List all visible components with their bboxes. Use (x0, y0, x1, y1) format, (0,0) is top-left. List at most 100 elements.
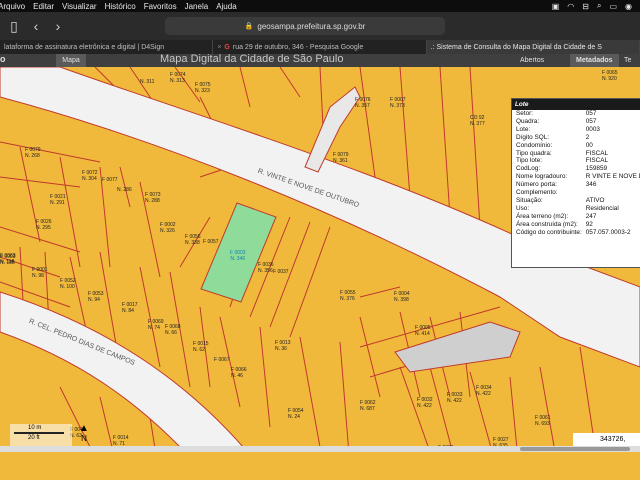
parcel-label: F 0032 N. 422 (417, 397, 433, 409)
scale-bar: 10 m 20 ft (10, 424, 72, 446)
menu-ajuda[interactable]: Ajuda (216, 2, 236, 11)
lot-info-row: CodLog: 159859 (514, 165, 640, 173)
control-center-icon[interactable]: ⊟ (582, 2, 589, 11)
lot-info-row: Tipo lote: FISCAL (514, 157, 640, 165)
lot-info-panel: Lote Setor: 057 Quadra: 057 Lote: 0003 Dígito … (511, 98, 640, 268)
tab-metadados[interactable]: Metadados (570, 54, 619, 67)
parcel-label: F 0036 N. 356 (258, 262, 274, 274)
tab-google-search[interactable]: × Grua 29 de outubro, 346 - Pesquisa Goog… (213, 40, 427, 54)
lot-info-row: Nome logradouro: R VINTE E NOVE DE O (514, 173, 640, 181)
display-icon[interactable]: ▭ (609, 2, 617, 11)
lot-info-row: Quadra: 057 (514, 118, 640, 126)
parcel-label: F 0068 N. 66 (165, 324, 181, 336)
tab-label: rua 29 de outubro, 346 - Pesquisa Google (232, 43, 364, 51)
back-button[interactable]: ‹ (28, 18, 44, 34)
lot-info-row: Número porta: 346 (514, 181, 640, 189)
parcel-label: F 0057 (203, 239, 219, 245)
menu-arquivo[interactable]: Arquivo (0, 2, 25, 11)
menu-visualizar[interactable]: Visualizar (62, 2, 97, 11)
tab-bar: lataforma de assinatura eletrônica e dig… (0, 40, 640, 54)
lot-info-value: FISCAL (585, 157, 609, 165)
parcel-label: F 0067 (214, 357, 230, 363)
scale-imperial: 20 ft (28, 435, 40, 441)
lot-info-value: 2 (585, 133, 590, 141)
parcel-label: CO 92 N. 377 (470, 115, 485, 127)
lot-info-row: Condomínio: 00 (514, 142, 640, 150)
search-icon[interactable]: ⌕ (597, 1, 601, 11)
tab-d4sign[interactable]: lataforma de assinatura eletrônica e dig… (0, 40, 214, 54)
parcel-label: F 0002 N. 326 (160, 222, 176, 234)
tab-extra[interactable]: Te (624, 54, 631, 67)
lot-info-row: Código do contribuinte: 057.057.0003-2 (514, 229, 640, 237)
lot-info-key: Nome logradouro: (516, 173, 568, 181)
parcel-label: F 0063 N. 118 (0, 253, 16, 265)
lot-info-value: FISCAL (585, 149, 609, 157)
parcel-label: F 0052 N. 100 (60, 278, 76, 290)
scrollbar-thumb[interactable] (520, 447, 630, 451)
highlighted-parcel-label: F 0003 N. 346 (230, 250, 246, 262)
google-icon: G (224, 43, 230, 51)
parcel-label: F 0007 N. 373 (390, 97, 406, 109)
parcel-label: F 0074 N. 313 (170, 72, 186, 84)
lot-info-value: 247 (585, 212, 597, 220)
parcel-label: F 0026 N. 295 (36, 219, 52, 231)
lot-info-row: Área terreno (m2): 247 (514, 213, 640, 221)
parcel-label: F 0015 N. 62 (193, 341, 209, 353)
close-icon[interactable]: × (217, 44, 221, 51)
parcel-label: F 0034 N. 422 (476, 385, 492, 397)
parcel-label: N. 286 (117, 187, 132, 193)
lot-info-key: Situação: (516, 196, 543, 204)
lot-info-value: 92 (585, 220, 593, 228)
sidebar-icon[interactable]: ▯ (6, 18, 22, 35)
lot-info-value (584, 189, 640, 197)
parcel-label: F 0075 N. 323 (195, 82, 211, 94)
page-title: Mapa Digital da Cidade de São Paulo (160, 53, 344, 65)
status-icons: ▣ ◠ ⊟ ⌕ ▭ ◉ (552, 1, 640, 11)
lot-info-value: 346 (585, 181, 597, 189)
parcel-label: F 0061 N. 693 (535, 415, 551, 427)
wifi-icon[interactable]: ◠ (567, 2, 574, 11)
lot-info-key: Tipo quadra: (516, 149, 552, 157)
lot-info-key: CodLog: (516, 165, 541, 173)
lot-info-value: 057 (585, 110, 597, 117)
parcel-label: F 0066 N. 46 (231, 367, 247, 379)
coordinates-readout: 343726, 7396 (573, 433, 640, 456)
lot-info-table: Setor: 057 Quadra: 057 Lote: 0003 Dígito SQL: 2… (514, 110, 640, 237)
lot-info-row: Dígito SQL: 2 (514, 134, 640, 142)
parcel-label: F 0053 N. 94 (88, 291, 104, 303)
parcel-label: F 0017 N. 84 (122, 302, 138, 314)
lot-info-value: 00 (585, 141, 593, 149)
menu-editar[interactable]: Editar (33, 2, 54, 11)
tab-mapa[interactable]: Mapa (56, 54, 86, 67)
lock-icon: 🔒 (244, 23, 254, 30)
lot-info-row: Área construída (m2): 92 (514, 221, 640, 229)
parcel-label: F 0062 N. 687 (360, 400, 376, 412)
menu-janela[interactable]: Janela (185, 2, 209, 11)
parcel-label: F 0072 N. 304 (82, 170, 98, 182)
menu-favoritos[interactable]: Favoritos (144, 2, 177, 11)
address-bar[interactable]: 🔒 geosampa.prefeitura.sp.gov.br (165, 17, 445, 35)
parcel-label: F 0055 N. 376 (340, 290, 356, 302)
menu-historico[interactable]: Histórico (105, 2, 136, 11)
parcel-label: F 0069 N. 74 (148, 319, 164, 331)
tab-label: lataforma de assinatura eletrônica e dig… (4, 43, 165, 51)
parcel-label: F 0033 N. 422 (447, 392, 463, 404)
lot-panel-title: Lote (512, 99, 640, 110)
lot-info-value: 0003 (585, 125, 600, 133)
lot-info-row: Tipo quadra: FISCAL (514, 150, 640, 158)
parcel-label: F 0065 N. 920 (602, 70, 618, 82)
lot-info-key: Dígito SQL: (516, 133, 550, 141)
forward-button[interactable]: › (50, 18, 66, 34)
map-bottom-area (0, 452, 640, 480)
parcel-label: F 0079 N. 361 (333, 152, 349, 164)
lot-info-value: ATIVO (585, 196, 605, 204)
lot-info-key: Número porta: (516, 181, 557, 189)
lot-info-key: Área construída (m2): (516, 220, 578, 228)
parcel-label: N. 311 (140, 79, 155, 85)
tab-label: .: Sistema de Consulta do Mapa Digital d… (430, 43, 602, 51)
siri-icon[interactable]: ◉ (625, 2, 632, 11)
tab-geosampa[interactable]: .: Sistema de Consulta do Mapa Digital d… (426, 40, 640, 54)
media-icon[interactable]: ▣ (552, 2, 560, 11)
lot-info-value: R VINTE E NOVE DE O (585, 173, 640, 181)
tab-abertos[interactable]: Abertos (520, 54, 544, 67)
